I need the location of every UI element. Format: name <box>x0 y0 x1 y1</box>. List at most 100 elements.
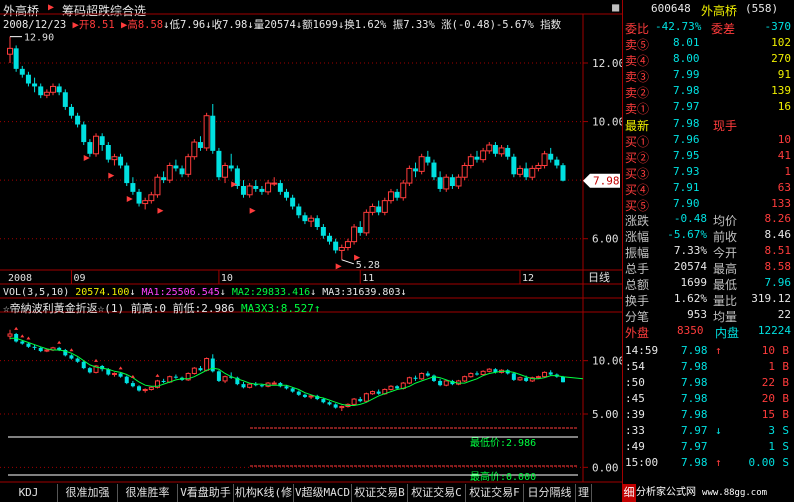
ind-candle-body <box>210 358 215 372</box>
ind-marker-icon <box>155 373 160 377</box>
ind-candle-body <box>486 368 492 372</box>
ind-candle-body <box>14 334 19 342</box>
candle-body <box>240 186 246 195</box>
site-url: www.88gg.com <box>702 488 768 498</box>
quote-header: 600648 外高桥 (558) <box>623 2 794 18</box>
stat-label: 前收 <box>713 230 738 244</box>
tick-arrow-icon: ↑ <box>715 456 722 469</box>
y-tick-label: 0.00 <box>592 461 619 474</box>
ind-candle-body <box>561 376 565 383</box>
ind-candle-body <box>20 341 25 344</box>
ind-candle-body <box>535 376 541 379</box>
tick-row: :54 7.98 1 B <box>623 360 794 376</box>
candle-body <box>474 156 480 160</box>
tick-time: 14:59 <box>625 344 659 357</box>
tab-7[interactable]: 权证交易C <box>408 484 466 502</box>
tick-price: 7.97 <box>681 440 708 453</box>
stat-value: 1.62% <box>673 292 707 305</box>
stat-label: 最低 <box>713 278 738 292</box>
stat-value: 22 <box>777 308 791 321</box>
vol-down-icon: ↓ <box>400 287 407 298</box>
candle-body <box>25 74 31 84</box>
tab-1[interactable]: 很准加强 <box>58 484 118 502</box>
candle-body <box>197 142 203 148</box>
stat-label: 振幅 <box>625 246 650 260</box>
buy-volume: 63 <box>777 181 791 194</box>
ind-candle-body <box>358 399 363 402</box>
tick-time: :49 <box>625 440 645 453</box>
candle-body <box>425 156 431 163</box>
candle-body <box>449 177 455 186</box>
tab-2[interactable]: 很准胜率 <box>118 484 178 502</box>
ind-candle-body <box>339 406 345 409</box>
ind-marker-icon <box>94 358 99 362</box>
tick-arrow-icon: ↓ <box>715 424 722 437</box>
candle-body <box>418 156 425 172</box>
candle-body <box>246 185 253 196</box>
tick-time: :39 <box>625 408 645 421</box>
tab-4[interactable]: 机构K线(修 <box>234 484 294 502</box>
tab-6[interactable]: 权证交易B <box>352 484 408 502</box>
buy-price: 7.90 <box>673 197 700 210</box>
tick-price: 7.98 <box>681 376 708 389</box>
candle-body <box>56 86 62 93</box>
min-leader <box>341 259 354 265</box>
tab-9[interactable]: 日分隔线 <box>524 484 576 502</box>
candle-body <box>376 206 382 213</box>
x-axis-right-label: 日线 <box>588 270 610 284</box>
stock-code: 600648 <box>651 2 691 15</box>
candle-body <box>387 191 394 202</box>
candle-body <box>111 156 118 161</box>
ind-candle-body <box>81 361 86 369</box>
y-tick-label: 5.00 <box>592 408 619 421</box>
stat-value: 8.46 <box>764 228 792 241</box>
tick-time: :50 <box>625 376 645 389</box>
candle-body <box>161 177 167 181</box>
candle-body <box>124 165 130 184</box>
stat-row: 总额 1699 最低 7.96 <box>623 276 794 292</box>
sell-row: 卖① 7.97 16 <box>623 100 794 116</box>
candle-body <box>87 142 93 154</box>
candle-body <box>173 165 179 169</box>
max-price-label: 12.90 <box>24 33 54 44</box>
candlestick-chart[interactable]: 6.008.0010.0012.0012.905.287.98200809101… <box>0 0 622 484</box>
ind-candle-body <box>308 395 314 398</box>
tab-0[interactable]: KDJ <box>0 484 58 502</box>
sell-price: 7.99 <box>673 68 700 81</box>
candle-body <box>344 241 351 248</box>
tick-volume: 0.00 <box>748 456 776 469</box>
ind-candle-body <box>216 371 221 381</box>
vol-label: VOL(3,5,10) <box>3 287 70 298</box>
tab-5[interactable]: V超级MACD <box>294 484 352 502</box>
buy-price: 7.95 <box>673 149 700 162</box>
candle-body <box>130 183 136 192</box>
sell-volume: 16 <box>777 100 791 113</box>
y-tick-label: 10.00 <box>592 355 622 368</box>
sell-row: 卖③ 7.99 91 <box>623 68 794 84</box>
vol-down-icon: ↓ <box>310 287 317 298</box>
candle-body <box>105 145 111 160</box>
tick-row: :45 7.98 20 B <box>623 392 794 408</box>
vol-ma2: MA2:29833.416 <box>231 287 311 298</box>
tab-10[interactable]: 理出 <box>576 484 592 502</box>
candle-body <box>68 106 74 116</box>
site-logo: 分析家公式网 www.88gg.com <box>636 484 794 502</box>
candle-body <box>142 200 149 205</box>
tab-8[interactable]: 权证交易F <box>466 484 524 502</box>
sell-volume: 270 <box>771 52 791 65</box>
ind-candle-body <box>69 355 74 359</box>
stat-value: 1699 <box>680 276 708 289</box>
stat-value: 7.96 <box>764 276 792 289</box>
buy-label: 买④ <box>625 183 650 197</box>
min-price-label: 5.28 <box>356 260 380 271</box>
ind-candle-body <box>413 377 418 379</box>
candle-body <box>38 86 44 96</box>
tick-volume: 3 <box>768 424 775 437</box>
stat-label: 今开 <box>713 246 738 260</box>
sell-price: 8.01 <box>673 36 700 49</box>
stat-label: 总额 <box>625 278 650 292</box>
tab-3[interactable]: V看盘助手 <box>178 484 234 502</box>
sell-label: 卖③ <box>625 70 650 84</box>
vol-down-icon: ↓ <box>219 287 226 298</box>
candle-body <box>216 150 222 178</box>
